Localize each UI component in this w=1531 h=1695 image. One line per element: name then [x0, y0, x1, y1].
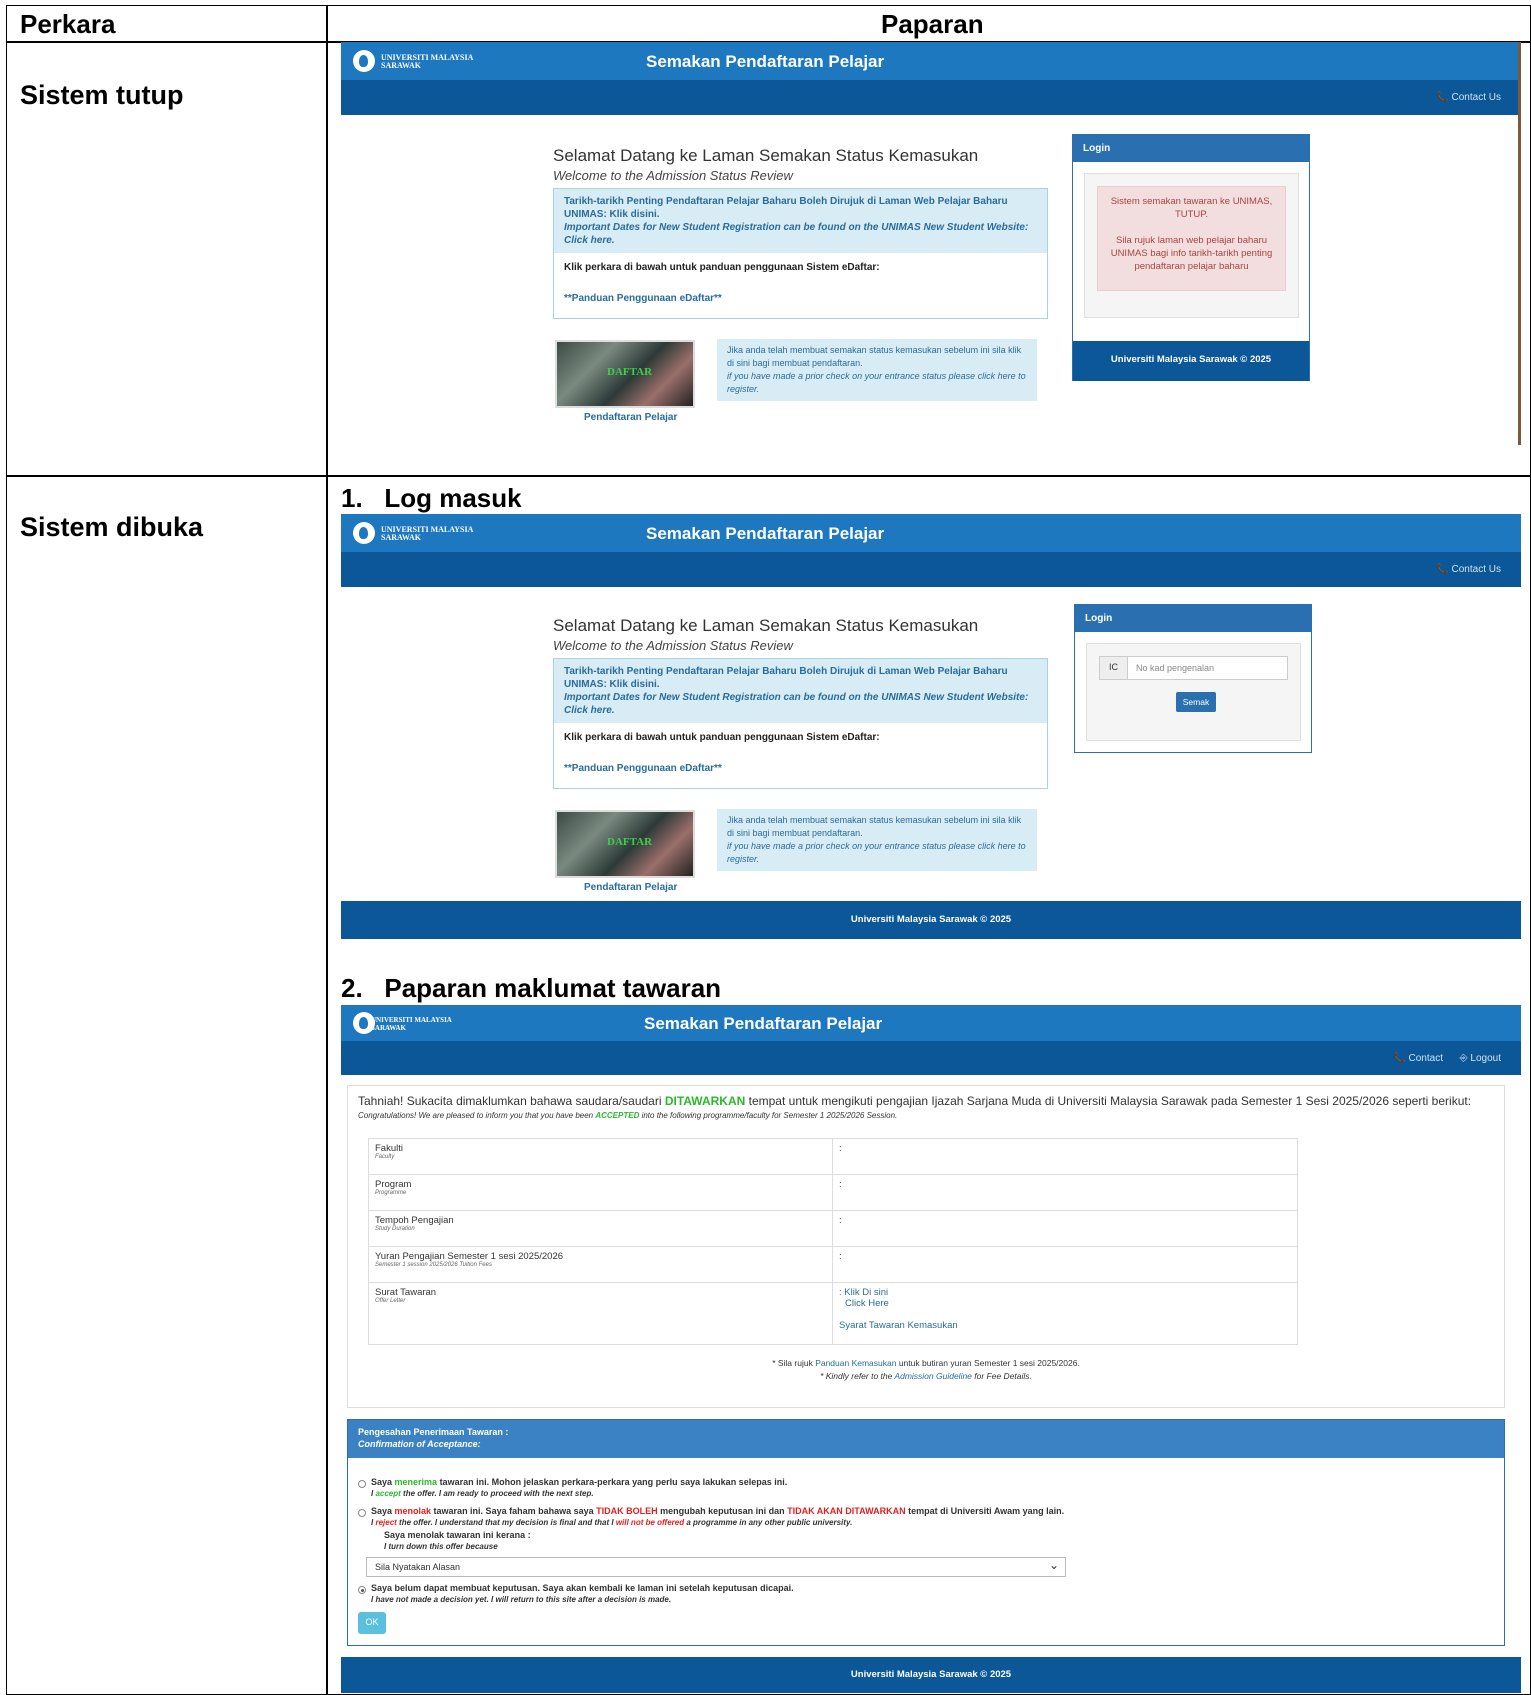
- table-row: Program Programme:: [368, 1174, 1298, 1211]
- logo-text: UNIVERSITI MALAYSIA SARAWAK: [381, 53, 474, 70]
- undecided-radio[interactable]: [358, 1586, 366, 1594]
- daftar-link[interactable]: Pendaftaran Pelajar: [584, 412, 677, 423]
- click-here-link[interactable]: Click Here: [845, 1298, 889, 1309]
- login-well: IC No kad pengenalan Semak: [1086, 643, 1301, 741]
- reject-option[interactable]: Saya menolak tawaran ini. Saya faham bah…: [371, 1505, 1064, 1529]
- row-label-open: Sistem dibuka: [20, 512, 204, 542]
- daftar-link[interactable]: Pendaftaran Pelajar: [584, 882, 677, 893]
- app-title: Semakan Pendaftaran Pelajar: [646, 52, 885, 71]
- welcome-subheading: Welcome to the Admission Status Review: [553, 638, 793, 653]
- unimas-logo-icon: [353, 522, 375, 544]
- app-footer: Universiti Malaysia Sarawak © 2025: [341, 1657, 1521, 1693]
- guide-link[interactable]: **Panduan Penggunaan eDaftar**: [564, 293, 1037, 304]
- prior-check-notice[interactable]: Jika anda telah membuat semakan status k…: [717, 809, 1037, 871]
- contact-us-link[interactable]: 📞 Contact Us: [1436, 564, 1501, 575]
- guide-intro: Klik perkara di bawah untuk panduan peng…: [564, 732, 880, 743]
- important-dates-notice[interactable]: Tarikh-tarikh Penting Pendaftaran Pelaja…: [554, 659, 1047, 723]
- app-navbar: 📞 Contact ⎆ Logout: [341, 1041, 1521, 1075]
- offer-message-en: Congratulations! We are pleased to infor…: [358, 1111, 898, 1120]
- reject-reason-label: Saya menolak tawaran ini kerana :I turn …: [384, 1530, 531, 1551]
- document-table: Perkara Paparan Sistem tutup Sistem dibu…: [6, 5, 1531, 1695]
- welcome-subheading: Welcome to the Admission Status Review: [553, 168, 793, 183]
- login-title: Login: [1073, 135, 1309, 162]
- logout-link[interactable]: ⎆ Logout: [1460, 1053, 1501, 1064]
- closed-alert: Sistem semakan tawaran ke UNIMAS, TUTUP.…: [1097, 186, 1286, 291]
- app-header: UNIVERSITI MALAYSIA SARAWAK Semakan Penda…: [341, 1005, 1521, 1041]
- offer-panel: Tahniah! Sukacita dimaklumkan bahawa sau…: [347, 1085, 1505, 1408]
- daftar-image[interactable]: DAFTAR: [555, 810, 695, 878]
- ic-input[interactable]: IC No kad pengenalan: [1099, 656, 1288, 680]
- screenshot-edge: [1518, 42, 1521, 445]
- reason-select[interactable]: Sila Nyatakan Alasan: [366, 1557, 1066, 1577]
- column-divider: [326, 5, 328, 1695]
- semak-button[interactable]: Semak: [1176, 692, 1216, 712]
- offer-letter-link[interactable]: : Klik Di sini: [839, 1287, 888, 1298]
- row-label-closed: Sistem tutup: [20, 80, 184, 110]
- ic-placeholder: No kad pengenalan: [1136, 663, 1215, 673]
- login-title: Login: [1075, 605, 1311, 632]
- screenshot-offer: UNIVERSITI MALAYSIA SARAWAK Semakan Penda…: [341, 1005, 1521, 1693]
- guide-intro: Klik perkara di bawah untuk panduan peng…: [564, 262, 880, 273]
- app-header: UNIVERSITI MALAYSIA SARAWAK Semakan Penda…: [341, 514, 1521, 552]
- info-panel: Tarikh-tarikh Penting Pendaftaran Pelaja…: [553, 658, 1048, 789]
- contact-us-link[interactable]: 📞 Contact Us: [1436, 92, 1501, 103]
- table-row: Fakulti Faculty:: [368, 1138, 1298, 1175]
- welcome-heading: Selamat Datang ke Laman Semakan Status K…: [553, 616, 979, 635]
- login-panel: Login IC No kad pengenalan Semak: [1074, 604, 1312, 753]
- ic-label: IC: [1100, 657, 1128, 679]
- unimas-logo-icon: [353, 50, 375, 72]
- ok-button[interactable]: OK: [358, 1612, 386, 1634]
- confirmation-title: Pengesahan Penerimaan Tawaran : Confirmat…: [348, 1420, 1504, 1458]
- screenshot-login: UNIVERSITI MALAYSIA SARAWAK Semakan Penda…: [341, 514, 1521, 939]
- fee-note-en: * Kindly refer to the Admission Guidelin…: [820, 1371, 1032, 1381]
- offer-details-table: Fakulti Faculty: Program Programme: Tempoh…: [368, 1138, 1298, 1345]
- app-header: UNIVERSITI MALAYSIA SARAWAK Semakan Penda…: [341, 42, 1521, 80]
- offer-message: Tahniah! Sukacita dimaklumkan bahawa sau…: [358, 1094, 1472, 1108]
- row-divider: [6, 475, 1531, 477]
- logo-text: UNIVERSITI MALAYSIA SARAWAK: [381, 525, 474, 542]
- info-panel: Tarikh-tarikh Penting Pendaftaran Pelaja…: [553, 188, 1048, 319]
- app-title: Semakan Pendaftaran Pelajar: [644, 1014, 883, 1033]
- daftar-image[interactable]: DAFTAR: [555, 340, 695, 408]
- table-row: Surat Tawaran Offer Letter: Klik Di sini C…: [368, 1282, 1298, 1345]
- app-navbar: 📞 Contact Us: [341, 80, 1521, 115]
- table-row: Yuran Pengajian Semester 1 sesi 2025/202…: [368, 1246, 1298, 1283]
- confirmation-panel: Pengesahan Penerimaan Tawaran : Confirmat…: [347, 1419, 1505, 1646]
- undecided-option[interactable]: Saya belum dapat membuat keputusan. Saya…: [371, 1582, 794, 1606]
- app-footer: Universiti Malaysia Sarawak © 2025: [341, 901, 1521, 939]
- fee-note: * Sila rujuk Panduan Kemasukan untuk but…: [772, 1358, 1080, 1368]
- login-panel: Login Sistem semakan tawaran ke UNIMAS, …: [1072, 134, 1310, 381]
- accept-radio[interactable]: [358, 1480, 366, 1488]
- guideline-link[interactable]: Admission Guideline: [894, 1371, 971, 1381]
- panduan-link[interactable]: Panduan Kemasukan: [815, 1358, 896, 1368]
- reject-radio[interactable]: [358, 1509, 366, 1517]
- col-header-perkara: Perkara: [20, 9, 116, 39]
- app-title: Semakan Pendaftaran Pelajar: [646, 524, 885, 543]
- screenshot-system-closed: UNIVERSITI MALAYSIA SARAWAK Semakan Penda…: [341, 42, 1521, 445]
- guide-link[interactable]: **Panduan Penggunaan eDaftar**: [564, 763, 1037, 774]
- important-dates-notice[interactable]: Tarikh-tarikh Penting Pendaftaran Pelaja…: [554, 189, 1047, 253]
- login-well: Sistem semakan tawaran ke UNIMAS, TUTUP.…: [1084, 173, 1299, 318]
- step-2-heading: 2. Paparan maklumat tawaran: [341, 973, 722, 1003]
- step-1-heading: 1. Log masuk: [341, 483, 522, 513]
- table-row: Tempoh Pengajian Study Duration:: [368, 1210, 1298, 1247]
- app-navbar: 📞 Contact Us: [341, 552, 1521, 587]
- col-header-paparan: Paparan: [881, 9, 984, 39]
- login-footer: Universiti Malaysia Sarawak © 2025: [1073, 341, 1309, 381]
- prior-check-notice[interactable]: Jika anda telah membuat semakan status k…: [717, 339, 1037, 401]
- accept-option[interactable]: Saya menerima tawaran ini. Mohon jelaska…: [371, 1476, 787, 1500]
- contact-link[interactable]: 📞 Contact: [1393, 1053, 1443, 1064]
- logo-text: UNIVERSITI MALAYSIA SARAWAK: [371, 1016, 452, 1032]
- welcome-heading: Selamat Datang ke Laman Semakan Status K…: [553, 146, 979, 165]
- syarat-link[interactable]: Syarat Tawaran Kemasukan: [839, 1320, 958, 1331]
